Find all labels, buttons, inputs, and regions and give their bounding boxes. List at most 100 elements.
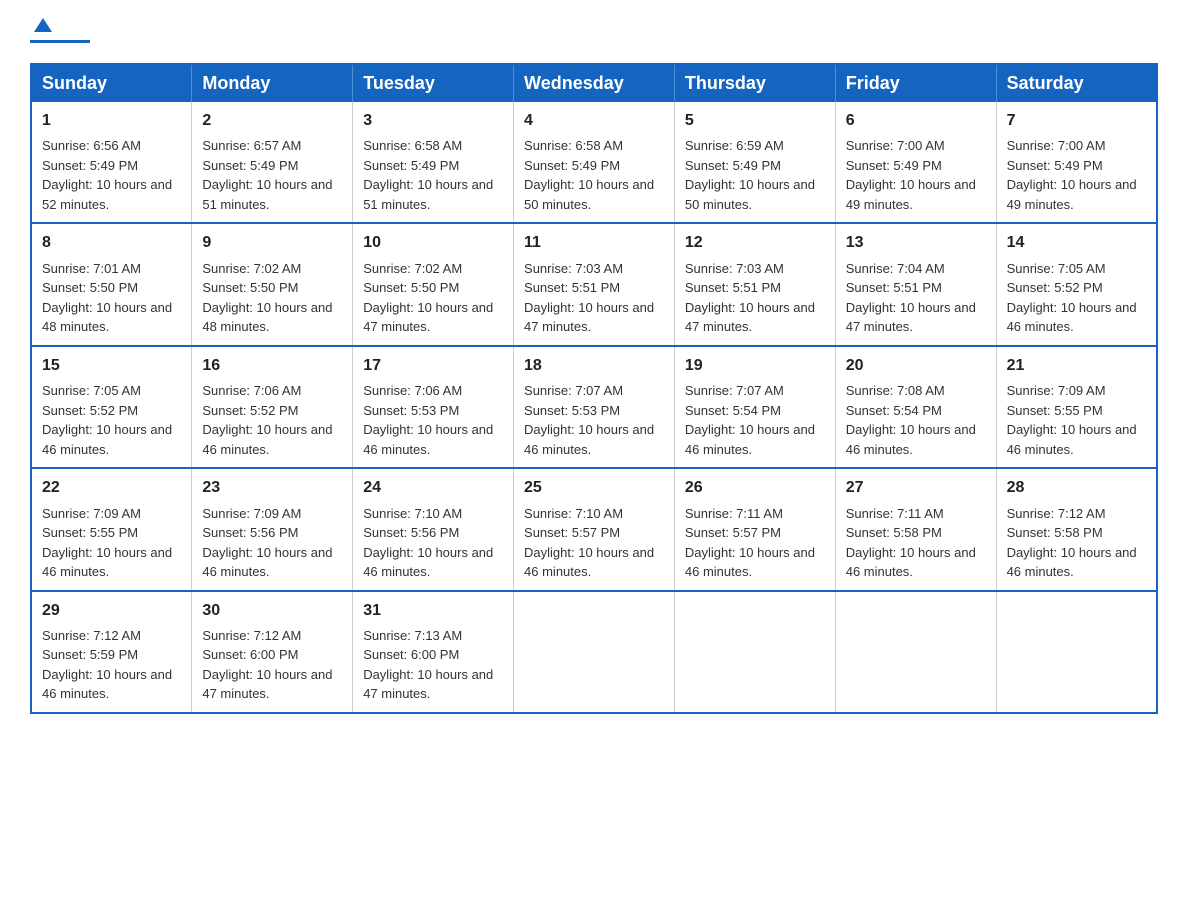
day-info: Sunrise: 7:05 AMSunset: 5:52 PMDaylight:…	[42, 383, 172, 457]
day-info: Sunrise: 7:05 AMSunset: 5:52 PMDaylight:…	[1007, 261, 1137, 335]
day-info: Sunrise: 7:01 AMSunset: 5:50 PMDaylight:…	[42, 261, 172, 335]
calendar-cell: 26 Sunrise: 7:11 AMSunset: 5:57 PMDaylig…	[674, 468, 835, 590]
day-number: 23	[202, 477, 342, 499]
logo	[30, 20, 90, 43]
day-number: 2	[202, 110, 342, 132]
day-info: Sunrise: 7:03 AMSunset: 5:51 PMDaylight:…	[685, 261, 815, 335]
day-number: 18	[524, 355, 664, 377]
calendar-cell	[674, 591, 835, 713]
day-info: Sunrise: 7:00 AMSunset: 5:49 PMDaylight:…	[1007, 138, 1137, 212]
header-monday: Monday	[192, 64, 353, 102]
calendar-cell: 23 Sunrise: 7:09 AMSunset: 5:56 PMDaylig…	[192, 468, 353, 590]
day-number: 22	[42, 477, 181, 499]
day-number: 14	[1007, 232, 1146, 254]
day-info: Sunrise: 6:59 AMSunset: 5:49 PMDaylight:…	[685, 138, 815, 212]
calendar-cell: 15 Sunrise: 7:05 AMSunset: 5:52 PMDaylig…	[31, 346, 192, 468]
calendar-cell: 1 Sunrise: 6:56 AMSunset: 5:49 PMDayligh…	[31, 102, 192, 223]
day-number: 21	[1007, 355, 1146, 377]
calendar-cell: 7 Sunrise: 7:00 AMSunset: 5:49 PMDayligh…	[996, 102, 1157, 223]
day-info: Sunrise: 7:10 AMSunset: 5:57 PMDaylight:…	[524, 506, 654, 580]
day-info: Sunrise: 7:11 AMSunset: 5:57 PMDaylight:…	[685, 506, 815, 580]
day-info: Sunrise: 7:07 AMSunset: 5:54 PMDaylight:…	[685, 383, 815, 457]
day-number: 20	[846, 355, 986, 377]
day-number: 7	[1007, 110, 1146, 132]
calendar-cell: 16 Sunrise: 7:06 AMSunset: 5:52 PMDaylig…	[192, 346, 353, 468]
calendar-cell: 31 Sunrise: 7:13 AMSunset: 6:00 PMDaylig…	[353, 591, 514, 713]
day-info: Sunrise: 7:12 AMSunset: 5:59 PMDaylight:…	[42, 628, 172, 702]
day-number: 27	[846, 477, 986, 499]
header-sunday: Sunday	[31, 64, 192, 102]
day-info: Sunrise: 7:06 AMSunset: 5:53 PMDaylight:…	[363, 383, 493, 457]
calendar-week-row: 29 Sunrise: 7:12 AMSunset: 5:59 PMDaylig…	[31, 591, 1157, 713]
day-number: 5	[685, 110, 825, 132]
day-info: Sunrise: 7:09 AMSunset: 5:55 PMDaylight:…	[1007, 383, 1137, 457]
day-info: Sunrise: 7:07 AMSunset: 5:53 PMDaylight:…	[524, 383, 654, 457]
day-number: 3	[363, 110, 503, 132]
header-saturday: Saturday	[996, 64, 1157, 102]
day-number: 11	[524, 232, 664, 254]
calendar-cell: 4 Sunrise: 6:58 AMSunset: 5:49 PMDayligh…	[514, 102, 675, 223]
calendar-week-row: 15 Sunrise: 7:05 AMSunset: 5:52 PMDaylig…	[31, 346, 1157, 468]
day-info: Sunrise: 7:11 AMSunset: 5:58 PMDaylight:…	[846, 506, 976, 580]
calendar-week-row: 22 Sunrise: 7:09 AMSunset: 5:55 PMDaylig…	[31, 468, 1157, 590]
header-friday: Friday	[835, 64, 996, 102]
calendar-cell: 2 Sunrise: 6:57 AMSunset: 5:49 PMDayligh…	[192, 102, 353, 223]
day-number: 17	[363, 355, 503, 377]
day-number: 31	[363, 600, 503, 622]
calendar-cell: 19 Sunrise: 7:07 AMSunset: 5:54 PMDaylig…	[674, 346, 835, 468]
header-thursday: Thursday	[674, 64, 835, 102]
day-info: Sunrise: 7:02 AMSunset: 5:50 PMDaylight:…	[202, 261, 332, 335]
day-number: 6	[846, 110, 986, 132]
day-number: 4	[524, 110, 664, 132]
day-number: 26	[685, 477, 825, 499]
day-number: 30	[202, 600, 342, 622]
calendar-cell: 11 Sunrise: 7:03 AMSunset: 5:51 PMDaylig…	[514, 223, 675, 345]
calendar-cell: 27 Sunrise: 7:11 AMSunset: 5:58 PMDaylig…	[835, 468, 996, 590]
calendar-cell: 14 Sunrise: 7:05 AMSunset: 5:52 PMDaylig…	[996, 223, 1157, 345]
header-wednesday: Wednesday	[514, 64, 675, 102]
logo-arrow-icon	[34, 16, 52, 39]
calendar-cell	[514, 591, 675, 713]
calendar-cell: 10 Sunrise: 7:02 AMSunset: 5:50 PMDaylig…	[353, 223, 514, 345]
day-number: 10	[363, 232, 503, 254]
calendar-cell: 20 Sunrise: 7:08 AMSunset: 5:54 PMDaylig…	[835, 346, 996, 468]
day-number: 15	[42, 355, 181, 377]
day-info: Sunrise: 7:03 AMSunset: 5:51 PMDaylight:…	[524, 261, 654, 335]
calendar-cell: 17 Sunrise: 7:06 AMSunset: 5:53 PMDaylig…	[353, 346, 514, 468]
day-number: 16	[202, 355, 342, 377]
day-number: 24	[363, 477, 503, 499]
day-number: 12	[685, 232, 825, 254]
day-number: 1	[42, 110, 181, 132]
calendar-cell: 13 Sunrise: 7:04 AMSunset: 5:51 PMDaylig…	[835, 223, 996, 345]
day-number: 8	[42, 232, 181, 254]
calendar-cell: 5 Sunrise: 6:59 AMSunset: 5:49 PMDayligh…	[674, 102, 835, 223]
calendar-header-row: Sunday Monday Tuesday Wednesday Thursday…	[31, 64, 1157, 102]
calendar-cell	[835, 591, 996, 713]
header-tuesday: Tuesday	[353, 64, 514, 102]
calendar-cell: 8 Sunrise: 7:01 AMSunset: 5:50 PMDayligh…	[31, 223, 192, 345]
calendar-week-row: 8 Sunrise: 7:01 AMSunset: 5:50 PMDayligh…	[31, 223, 1157, 345]
day-number: 19	[685, 355, 825, 377]
day-info: Sunrise: 6:58 AMSunset: 5:49 PMDaylight:…	[363, 138, 493, 212]
calendar-cell: 28 Sunrise: 7:12 AMSunset: 5:58 PMDaylig…	[996, 468, 1157, 590]
page-header	[30, 20, 1158, 43]
day-info: Sunrise: 7:02 AMSunset: 5:50 PMDaylight:…	[363, 261, 493, 335]
day-info: Sunrise: 7:04 AMSunset: 5:51 PMDaylight:…	[846, 261, 976, 335]
day-number: 29	[42, 600, 181, 622]
calendar-week-row: 1 Sunrise: 6:56 AMSunset: 5:49 PMDayligh…	[31, 102, 1157, 223]
calendar-cell: 18 Sunrise: 7:07 AMSunset: 5:53 PMDaylig…	[514, 346, 675, 468]
calendar-cell: 21 Sunrise: 7:09 AMSunset: 5:55 PMDaylig…	[996, 346, 1157, 468]
day-info: Sunrise: 7:08 AMSunset: 5:54 PMDaylight:…	[846, 383, 976, 457]
calendar-cell: 30 Sunrise: 7:12 AMSunset: 6:00 PMDaylig…	[192, 591, 353, 713]
day-number: 25	[524, 477, 664, 499]
calendar-cell: 6 Sunrise: 7:00 AMSunset: 5:49 PMDayligh…	[835, 102, 996, 223]
calendar-cell: 24 Sunrise: 7:10 AMSunset: 5:56 PMDaylig…	[353, 468, 514, 590]
calendar-cell: 25 Sunrise: 7:10 AMSunset: 5:57 PMDaylig…	[514, 468, 675, 590]
day-info: Sunrise: 6:56 AMSunset: 5:49 PMDaylight:…	[42, 138, 172, 212]
day-info: Sunrise: 7:12 AMSunset: 6:00 PMDaylight:…	[202, 628, 332, 702]
calendar-cell: 22 Sunrise: 7:09 AMSunset: 5:55 PMDaylig…	[31, 468, 192, 590]
calendar-table: Sunday Monday Tuesday Wednesday Thursday…	[30, 63, 1158, 714]
day-info: Sunrise: 7:10 AMSunset: 5:56 PMDaylight:…	[363, 506, 493, 580]
day-info: Sunrise: 7:13 AMSunset: 6:00 PMDaylight:…	[363, 628, 493, 702]
day-info: Sunrise: 7:12 AMSunset: 5:58 PMDaylight:…	[1007, 506, 1137, 580]
